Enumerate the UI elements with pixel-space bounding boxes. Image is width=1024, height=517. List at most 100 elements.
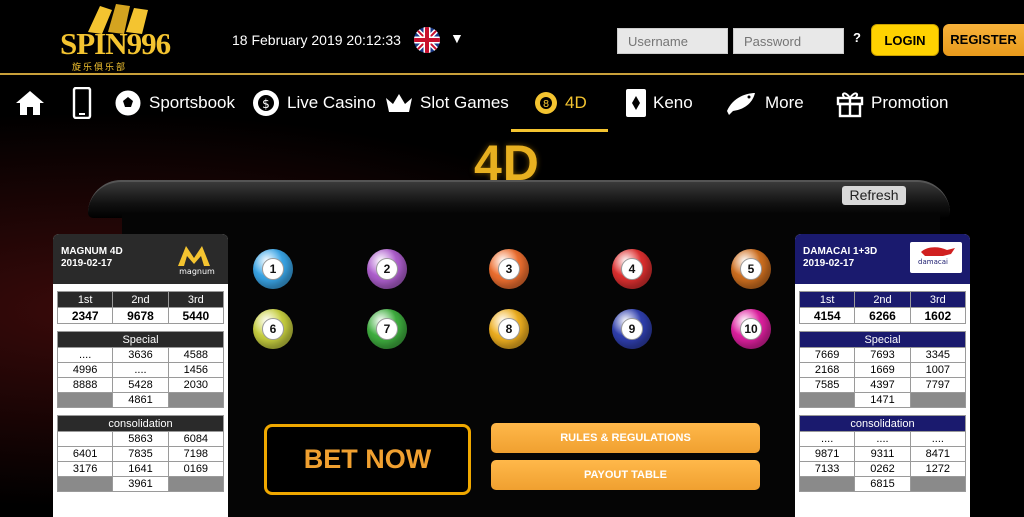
nav-home[interactable]: [14, 77, 46, 129]
forgot-password-help[interactable]: ?: [853, 30, 861, 45]
crown-icon: [386, 94, 412, 112]
ball-number: 5: [740, 258, 762, 280]
magnum-consolation-prizes: consolidation 5863 6084 6401 7835 7198 3176 164…: [56, 415, 225, 492]
prize-cell: 2030: [167, 377, 225, 393]
prize-cell: 3961: [112, 476, 169, 492]
damacai-results-card: DAMACAI 1+3D 2019-02-17 damacai 1st 2nd 3r…: [795, 234, 970, 517]
page: SPIN996 旋乐俱乐部 18 February 2019 20:12:33 …: [0, 0, 1024, 517]
prize-cell: 9311: [854, 446, 911, 462]
nav-promotion[interactable]: Promotion: [835, 77, 948, 129]
server-datetime: 18 February 2019 20:12:33: [232, 32, 401, 48]
nav-live-casino[interactable]: $ Live Casino: [251, 77, 376, 129]
nav-label: Live Casino: [287, 93, 376, 112]
uk-flag-icon[interactable]: [414, 27, 440, 53]
nav-mobile[interactable]: [72, 77, 92, 129]
svg-text:damacai: damacai: [918, 258, 948, 266]
card-date: 2019-02-17: [61, 258, 113, 269]
prize-number: 9678: [112, 307, 169, 324]
nav-4d[interactable]: 8 4D: [533, 77, 587, 129]
register-button[interactable]: REGISTER: [943, 24, 1024, 56]
ball-number: 2: [376, 258, 398, 280]
ball-number: 9: [621, 318, 643, 340]
prize-cell: 1272: [909, 461, 967, 477]
prize-cell: 7198: [167, 446, 225, 462]
prize-cell: 7133: [798, 461, 856, 477]
casino-chip-icon: $: [253, 90, 279, 116]
ball-4: 4: [612, 249, 652, 289]
ball-2: 2: [367, 249, 407, 289]
bet-now-button[interactable]: BET NOW: [264, 424, 471, 495]
prize-cell: [798, 476, 856, 492]
nav-label: Promotion: [871, 93, 949, 112]
nav-sportsbook[interactable]: Sportsbook: [113, 77, 235, 129]
logo-text: SPIN996: [60, 26, 171, 61]
ball-5: 5: [731, 249, 771, 289]
ball-number: 4: [621, 258, 643, 280]
payout-table-button[interactable]: PAYOUT TABLE: [491, 460, 760, 490]
prize-cell: ....: [112, 362, 169, 378]
prize-cell: [909, 392, 967, 408]
nav-more[interactable]: More: [725, 77, 804, 129]
login-button[interactable]: LOGIN: [871, 24, 939, 56]
ball-8-icon: 8: [535, 92, 557, 114]
caret-down-icon[interactable]: ▼: [450, 30, 464, 46]
prize-header: 2nd: [854, 291, 911, 308]
damacai-top-prizes: 1st 2nd 3rd 4154 6266 1602: [798, 291, 967, 324]
section-label: consolidation: [57, 415, 224, 432]
ball-10: 10: [731, 309, 771, 349]
logo[interactable]: SPIN996 旋乐俱乐部: [60, 2, 190, 72]
prize-cell: 6401: [56, 446, 114, 462]
table-row: 4861: [56, 392, 225, 408]
table-row: 9871 9311 8471: [798, 446, 967, 462]
magnum-logo: magnum: [174, 242, 220, 281]
refresh-button[interactable]: Refresh: [842, 186, 906, 205]
prize-header: 1st: [798, 291, 856, 308]
prize-cell: 5863: [112, 431, 169, 447]
prize-number: 2347: [56, 307, 114, 324]
prize-cell: 0262: [854, 461, 911, 477]
prize-header: 3rd: [167, 291, 225, 308]
prize-cell: 4996: [56, 362, 114, 378]
table-row: 3176 1641 0169: [56, 461, 225, 477]
prize-cell: ....: [854, 431, 911, 447]
prize-cell: [909, 476, 967, 492]
ball-number: 7: [376, 318, 398, 340]
card-title: DAMACAI 1+3D: [803, 246, 878, 257]
prize-cell: 8888: [56, 377, 114, 393]
card-icon: [626, 89, 646, 117]
prize-number: 5440: [167, 307, 225, 324]
top-bar: SPIN996 旋乐俱乐部 18 February 2019 20:12:33 …: [0, 0, 1024, 75]
card-header: MAGNUM 4D 2019-02-17 magnum: [53, 234, 228, 284]
damacai-logo: damacai: [910, 242, 962, 273]
nav-label: More: [765, 93, 804, 112]
rules-button[interactable]: RULES & REGULATIONS: [491, 423, 760, 453]
prize-cell: 6815: [854, 476, 911, 492]
active-tab-indicator: [511, 129, 608, 132]
password-input[interactable]: [733, 28, 844, 54]
prize-cell: 7669: [798, 347, 856, 363]
prize-cell: 3345: [909, 347, 967, 363]
username-input[interactable]: [617, 28, 728, 54]
prize-cell: ....: [798, 431, 856, 447]
nav-slot-games[interactable]: Slot Games: [384, 77, 509, 129]
nav-label: Slot Games: [420, 93, 509, 112]
ball-9: 9: [612, 309, 652, 349]
logo-subtitle: 旋乐俱乐部: [72, 62, 128, 72]
prize-header: 3rd: [909, 291, 967, 308]
svg-text:$: $: [262, 97, 270, 111]
magnum-results-card: MAGNUM 4D 2019-02-17 magnum 1st 2nd 3rd 23…: [53, 234, 228, 517]
fish-icon: [727, 93, 755, 115]
table-row: 8888 5428 2030: [56, 377, 225, 393]
table-row: 5863 6084: [56, 431, 225, 447]
ball-number: 8: [498, 318, 520, 340]
prize-cell: 3176: [56, 461, 114, 477]
prize-cell: [167, 476, 225, 492]
table-row: 3961: [56, 476, 225, 492]
nav-keno[interactable]: Keno: [625, 77, 693, 129]
prize-cell: 3636: [112, 347, 169, 363]
prize-cell: 8471: [909, 446, 967, 462]
prize-cell: 1669: [854, 362, 911, 378]
prize-cell: 1641: [112, 461, 169, 477]
ball-number: 3: [498, 258, 520, 280]
board-lid: [88, 180, 950, 218]
